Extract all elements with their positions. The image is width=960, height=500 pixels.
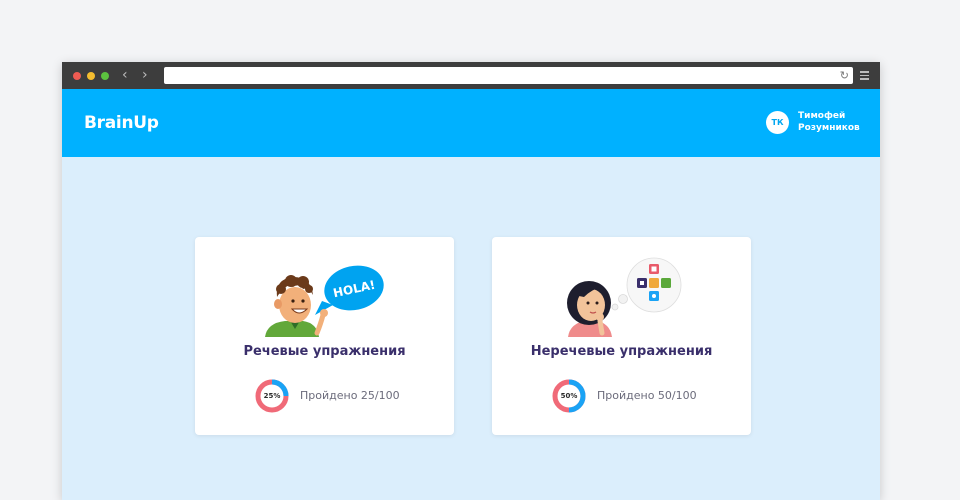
thinking-girl-illustration (567, 257, 682, 337)
user-first-name: Тимофей (798, 111, 846, 121)
browser-toolbar: ‹ › ↻ (62, 62, 880, 89)
minimize-window-dot[interactable] (87, 72, 95, 80)
address-bar[interactable]: ↻ (164, 67, 853, 84)
nonspeech-exercises-card[interactable]: Неречевые упражнения 50% Пройдено 50/100 (492, 237, 751, 435)
chevron-left-icon[interactable]: ‹ (122, 66, 128, 84)
app-header: BrainUp ТК Тимофей Розумников (62, 89, 880, 157)
card-title: Неречевые упражнения (530, 344, 713, 359)
thought-bubble-icon (611, 257, 682, 313)
app-logo[interactable]: BrainUp (84, 113, 159, 133)
user-name[interactable]: Тимофей Розумников (798, 110, 878, 134)
reload-icon[interactable]: ↻ (840, 68, 849, 83)
progress-percent: 25% (263, 392, 281, 400)
progress-text: Пройдено 50/100 (597, 389, 697, 402)
close-window-dot[interactable] (73, 72, 81, 80)
user-avatar[interactable]: ТК (766, 111, 789, 134)
hamburger-menu-icon[interactable] (860, 71, 869, 80)
progress-text: Пройдено 25/100 (300, 389, 400, 402)
maximize-window-dot[interactable] (101, 72, 109, 80)
card-title: Речевые упражнения (243, 344, 406, 359)
progress-percent: 50% (560, 392, 578, 400)
speech-bubble-icon: HOLA! (315, 265, 384, 315)
speaking-boy-illustration: HOLA! (265, 265, 384, 337)
user-last-name: Розумников (798, 123, 860, 133)
chevron-right-icon[interactable]: › (142, 66, 148, 84)
browser-window: ‹ › ↻ BrainUp ТК Тимофей Розумников HOLA… (62, 62, 880, 500)
progress-indicator: 50% Пройдено 50/100 (551, 378, 751, 414)
progress-indicator: 25% Пройдено 25/100 (254, 378, 454, 414)
speech-exercises-card[interactable]: HOLA! Речевые упражнения 25% Пройдено 25… (195, 237, 454, 435)
